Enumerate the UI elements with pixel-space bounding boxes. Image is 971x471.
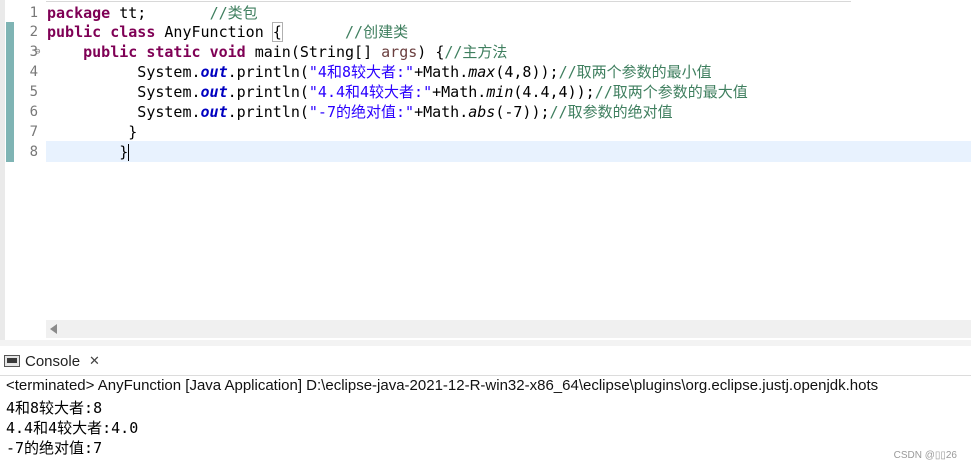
code-token: .println(: [227, 103, 309, 121]
code-text: System.out.println("4和8较大者:"+Math.max(4,…: [47, 62, 712, 82]
comment-token: //取参数的绝对值: [549, 103, 673, 121]
code-line[interactable]: 2 public class AnyFunction { //创建类: [0, 22, 971, 42]
code-token: }: [47, 143, 129, 161]
code-text: System.out.println("-7的绝对值:"+Math.abs(-7…: [47, 102, 673, 122]
code-text: }: [47, 142, 130, 162]
keyword-token: public: [83, 43, 138, 61]
scroll-left-arrow-icon[interactable]: [50, 324, 57, 334]
code-token: tt;: [110, 4, 210, 22]
comment-token: //取两个参数的最大值: [594, 83, 748, 101]
text-caret: [128, 144, 130, 161]
code-text: public class AnyFunction { //创建类: [47, 22, 408, 42]
code-editor[interactable]: 1 package tt; //类包 2 public class AnyFuncti…: [0, 0, 971, 340]
code-text: package tt; //类包: [47, 3, 258, 23]
scrollbar-corner: [14, 320, 46, 340]
line-number: 2: [29, 24, 38, 40]
static-method-token: max: [468, 63, 496, 81]
keyword-token: package: [47, 4, 111, 22]
code-text: System.out.println("4.4和4较大者:"+Math.min(…: [47, 82, 748, 102]
close-icon[interactable]: ✕: [89, 353, 100, 369]
string-token: "4和8较大者:": [308, 63, 415, 81]
console-tab-bar: Console ✕: [0, 346, 971, 376]
code-token: (-7));: [495, 103, 550, 121]
code-line[interactable]: 4 System.out.println("4和8较大者:"+Math.max(…: [0, 62, 971, 82]
comment-token: //创建类: [345, 23, 409, 41]
code-token: (4.4,4));: [513, 83, 595, 101]
keyword-token: class: [110, 23, 156, 41]
keyword-token: static: [146, 43, 201, 61]
console-tab-label: Console: [25, 352, 81, 370]
code-token: System.: [47, 83, 201, 101]
code-line[interactable]: 8 }: [0, 142, 971, 162]
fold-collapse-icon[interactable]: ⊖: [35, 42, 40, 62]
field-token: out: [200, 103, 228, 121]
watermark: CSDN @▯▯26: [893, 450, 957, 461]
string-token: "4.4和4较大者:": [308, 83, 433, 101]
code-token: AnyFunction: [155, 23, 273, 41]
console-output-line: 4和8较大者:8: [6, 399, 103, 417]
line-number: 6: [29, 104, 38, 120]
code-line[interactable]: 7 }: [0, 122, 971, 142]
parameter-token: args: [381, 43, 418, 61]
editor-top-border: [46, 1, 851, 2]
code-token: ) {: [417, 43, 445, 61]
code-token: System.: [47, 63, 201, 81]
console-output-line: -7的绝对值:7: [6, 439, 103, 457]
code-line[interactable]: 1 package tt; //类包: [0, 3, 971, 23]
code-token: System.: [47, 103, 201, 121]
code-token: }: [47, 123, 138, 141]
code-token: .println(: [227, 83, 309, 101]
keyword-token: void: [209, 43, 246, 61]
code-token: .println(: [227, 63, 309, 81]
console-icon: [4, 355, 20, 367]
code-token: +Math.: [414, 63, 469, 81]
comment-token: //主方法: [444, 43, 508, 61]
code-text: }: [47, 122, 137, 142]
line-number: 1: [29, 5, 38, 21]
matching-bracket: {: [271, 22, 283, 42]
static-method-token: min: [486, 83, 514, 101]
line-number: 7: [29, 124, 38, 140]
comment-token: //类包: [209, 4, 258, 22]
code-token: (4,8));: [495, 63, 559, 81]
code-token: main(String[]: [245, 43, 382, 61]
line-number: 5: [29, 84, 38, 100]
line-number: 8: [29, 144, 38, 160]
console-output-line: 4.4和4较大者:4.0: [6, 419, 139, 437]
keyword-token: public: [47, 23, 102, 41]
static-method-token: abs: [468, 103, 496, 121]
comment-token: //取两个参数的最小值: [558, 63, 712, 81]
tab-console[interactable]: Console ✕: [4, 348, 100, 374]
code-line[interactable]: 6 System.out.println("-7的绝对值:"+Math.abs(…: [0, 102, 971, 122]
code-line[interactable]: 3 ⊖ public static void main(String[] args…: [0, 42, 971, 62]
field-token: out: [200, 83, 228, 101]
horizontal-scrollbar[interactable]: [46, 320, 971, 338]
console-status-line: <terminated> AnyFunction [Java Applicati…: [6, 377, 879, 394]
code-text: public static void main(String[] args) {…: [47, 42, 507, 62]
field-token: out: [200, 63, 228, 81]
line-number: 4: [29, 64, 38, 80]
code-token: +Math.: [432, 83, 487, 101]
code-token: +Math.: [414, 103, 469, 121]
string-token: "-7的绝对值:": [308, 103, 415, 121]
code-line[interactable]: 5 System.out.println("4.4和4较大者:"+Math.mi…: [0, 82, 971, 102]
